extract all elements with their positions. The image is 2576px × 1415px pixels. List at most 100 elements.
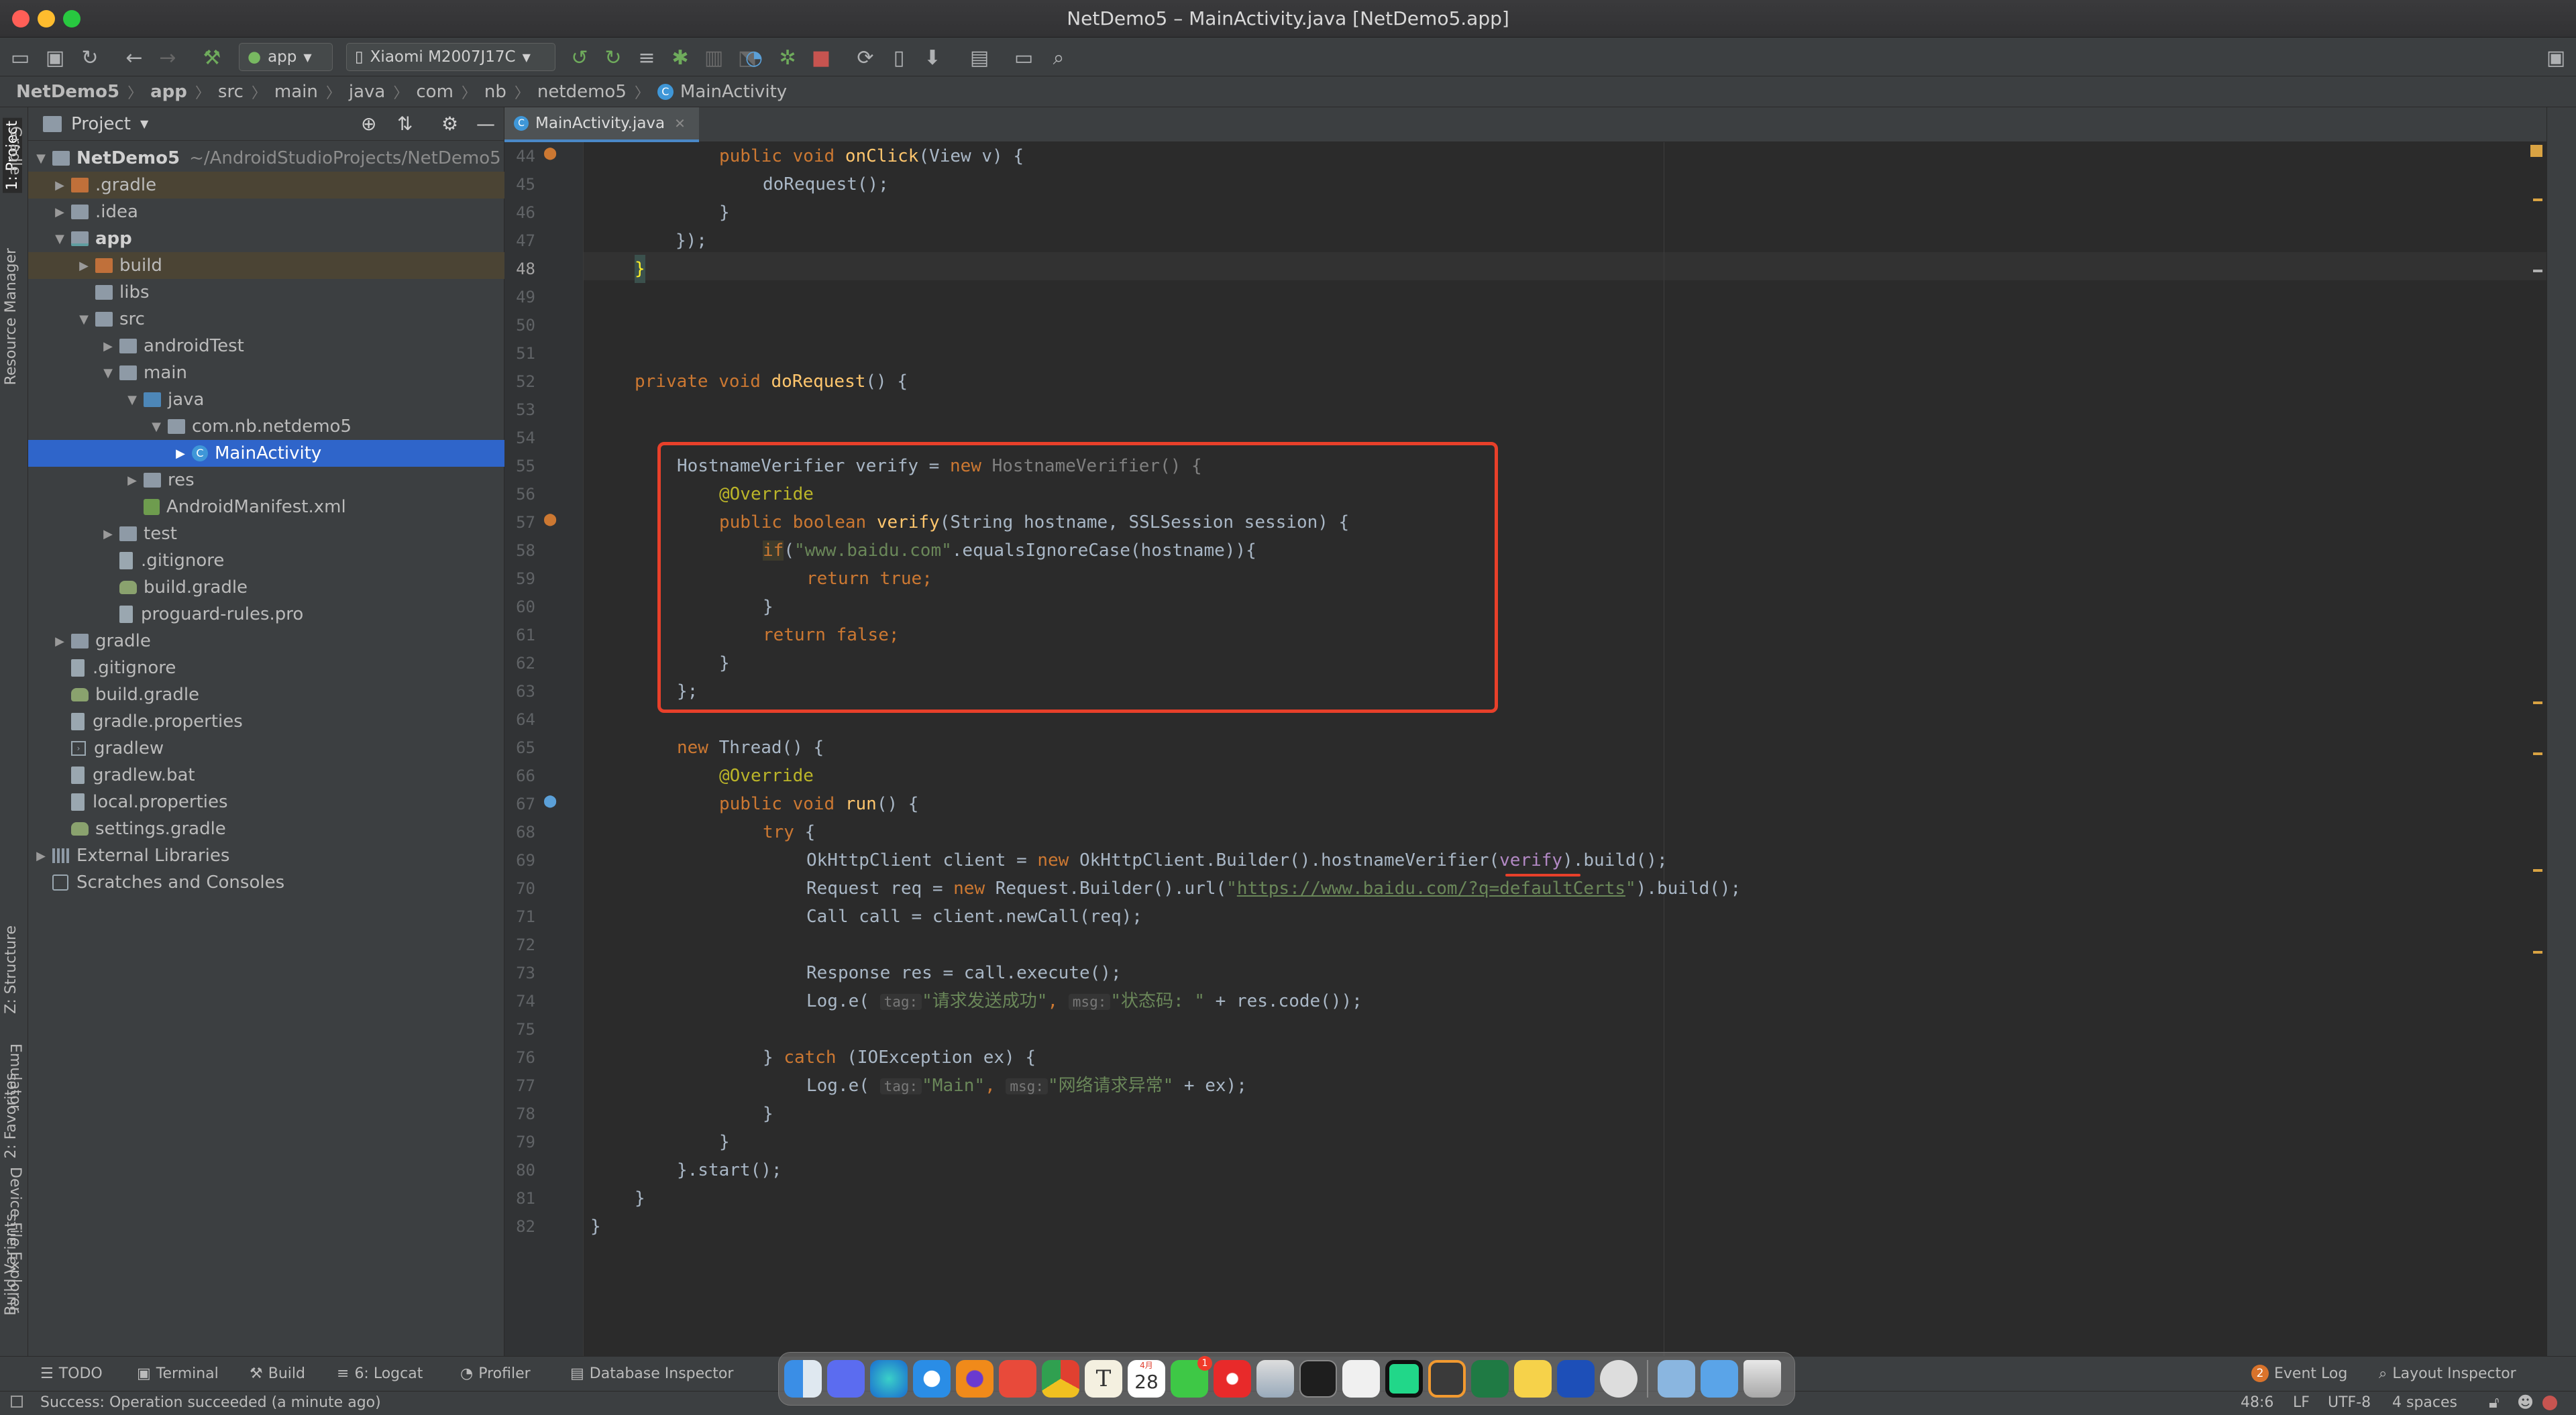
- pycharm-icon[interactable]: [1385, 1360, 1423, 1398]
- save-icon[interactable]: ▣: [42, 44, 68, 71]
- tab-event-log[interactable]: 2 Event Log: [2251, 1360, 2347, 1387]
- textedit-icon[interactable]: [1342, 1360, 1380, 1398]
- warning-indicator-icon[interactable]: [2530, 145, 2542, 157]
- tree-item-gradle-properties[interactable]: gradle.properties: [28, 708, 504, 735]
- indent-setting[interactable]: 4 spaces: [2392, 1394, 2457, 1411]
- tree-item-build-gradle[interactable]: build.gradle: [28, 681, 504, 708]
- tab-resource-manager[interactable]: Resource Manager: [3, 248, 19, 385]
- forward-icon[interactable]: →: [154, 44, 181, 71]
- breadcrumb-item[interactable]: main: [274, 82, 318, 102]
- sdk-manager-icon[interactable]: ⬇: [919, 44, 946, 71]
- tree-item-app-gitignore[interactable]: .gitignore: [28, 547, 504, 574]
- tree-item-java[interactable]: ▼ java: [28, 386, 504, 413]
- tree-item-gradle-dir[interactable]: ▶ .gradle: [28, 172, 504, 199]
- tab-logcat[interactable]: ≡ 6: Logcat: [337, 1360, 423, 1387]
- terminal-app-icon[interactable]: [1299, 1360, 1337, 1398]
- hide-icon[interactable]: —: [476, 113, 495, 135]
- tab-emulator[interactable]: Emulator: [7, 1043, 23, 1111]
- chevron-down-icon[interactable]: ▼: [140, 117, 148, 130]
- inspection-icon[interactable]: ☻: [2517, 1393, 2534, 1412]
- debug-bug-icon[interactable]: ✲: [774, 44, 801, 71]
- run-with-profiler-icon[interactable]: ▥: [700, 44, 727, 71]
- file-encoding[interactable]: UTF-8: [2328, 1394, 2371, 1411]
- tab-gradle[interactable]: Gradle: [7, 126, 23, 175]
- tree-item-app-build-gradle[interactable]: build.gradle: [28, 574, 504, 601]
- tree-item-androidtest[interactable]: ▶ androidTest: [28, 333, 504, 359]
- lock-icon[interactable]: 🔓︎: [2489, 1393, 2500, 1412]
- tree-item-gitignore[interactable]: .gitignore: [28, 655, 504, 681]
- tree-item-libs[interactable]: libs: [28, 279, 504, 306]
- tab-device-file-explorer[interactable]: Device File Explorer: [7, 1167, 23, 1313]
- tree-item-manifest[interactable]: AndroidManifest.xml: [28, 494, 504, 520]
- notes-icon[interactable]: [1514, 1360, 1552, 1398]
- close-tab-icon[interactable]: ✕: [674, 115, 686, 131]
- chrome-icon[interactable]: [1042, 1360, 1079, 1398]
- tree-item-proguard[interactable]: proguard-rules.pro: [28, 601, 504, 628]
- apply-code-changes-icon[interactable]: ↻: [600, 44, 627, 71]
- keynote-icon[interactable]: [1256, 1360, 1294, 1398]
- calendar-icon[interactable]: 4月 28: [1128, 1360, 1165, 1398]
- url-link[interactable]: https://www.baidu.com/?q=defaultCerts: [1237, 879, 1625, 899]
- android-studio-icon[interactable]: [1600, 1360, 1638, 1398]
- tree-item-gradlew[interactable]: › gradlew: [28, 735, 504, 762]
- device-select[interactable]: ▯ Xiaomi M2007J17C ▼: [346, 43, 555, 71]
- tree-item-root[interactable]: ▼ NetDemo5 ~/AndroidStudioProjects/NetDemo…: [28, 145, 504, 172]
- tree-item-settings-gradle[interactable]: settings.gradle: [28, 815, 504, 842]
- run-config-select[interactable]: ● app ▼: [239, 43, 333, 71]
- profile-icon[interactable]: ◔: [741, 44, 767, 71]
- git-client-icon[interactable]: [999, 1360, 1036, 1398]
- tab-profiler[interactable]: ◔ Profiler: [460, 1360, 531, 1387]
- search-icon[interactable]: ⌕: [1045, 44, 1072, 71]
- override-marker-icon[interactable]: ⬤: [543, 146, 557, 160]
- wechat-icon[interactable]: 1: [1171, 1356, 1212, 1398]
- tab-mainactivity[interactable]: C MainActivity.java ✕: [504, 107, 699, 142]
- downloads-folder-icon[interactable]: [1658, 1360, 1695, 1398]
- tree-item-src[interactable]: ▼ src: [28, 306, 504, 333]
- status-toggle-icon[interactable]: [11, 1396, 23, 1408]
- project-view-select[interactable]: Project: [71, 114, 131, 134]
- debug-icon[interactable]: ✱: [667, 44, 694, 71]
- open-folder-icon[interactable]: ▭: [7, 44, 34, 71]
- gear-icon[interactable]: ⚙: [441, 113, 458, 135]
- typora-icon[interactable]: T: [1085, 1360, 1122, 1398]
- code-editor[interactable]: [584, 142, 2546, 1367]
- tree-item-app[interactable]: ▼ app: [28, 225, 504, 252]
- tree-item-test[interactable]: ▶ test: [28, 520, 504, 547]
- avd-manager-icon[interactable]: ▯: [885, 44, 912, 71]
- netease-music-icon[interactable]: [1214, 1360, 1251, 1398]
- launchpad-icon[interactable]: [827, 1360, 865, 1398]
- breadcrumb-item[interactable]: com: [416, 82, 453, 102]
- gradle-sync-icon[interactable]: ⟳: [852, 44, 879, 71]
- tree-item-res[interactable]: ▶ res: [28, 467, 504, 494]
- tab-terminal[interactable]: ▣ Terminal: [137, 1360, 219, 1387]
- tree-item-external-libraries[interactable]: ▶ External Libraries: [28, 842, 504, 869]
- excel-icon[interactable]: [1471, 1360, 1509, 1398]
- tab-todo[interactable]: ☰ TODO: [40, 1360, 103, 1387]
- tab-build[interactable]: ⚒ Build: [250, 1360, 305, 1387]
- tree-item-build[interactable]: ▶ build: [28, 252, 504, 279]
- coverage-icon[interactable]: ≡: [633, 44, 660, 71]
- override-marker-icon[interactable]: ⬤: [543, 512, 557, 526]
- locate-icon[interactable]: ⊕: [361, 113, 376, 135]
- breadcrumb-item[interactable]: src: [218, 82, 244, 102]
- documents-folder-icon[interactable]: [1701, 1360, 1738, 1398]
- breadcrumb-item[interactable]: MainActivity: [680, 82, 787, 102]
- safari-icon[interactable]: [913, 1360, 951, 1398]
- error-indicator-icon[interactable]: [2542, 1396, 2557, 1410]
- breadcrumb-item[interactable]: nb: [484, 82, 506, 102]
- breadcrumb-item[interactable]: netdemo5: [537, 82, 627, 102]
- tree-item-gradle[interactable]: ▶ gradle: [28, 628, 504, 655]
- tree-item-mainactivity[interactable]: ▶ C MainActivity: [28, 440, 504, 467]
- line-separator[interactable]: LF: [2293, 1394, 2310, 1411]
- device-manager-icon[interactable]: ▭: [1010, 44, 1037, 71]
- tree-item-package[interactable]: ▼ com.nb.netdemo5: [28, 413, 504, 440]
- tree-item-local-properties[interactable]: local.properties: [28, 789, 504, 815]
- firefox-icon[interactable]: [956, 1360, 994, 1398]
- breadcrumb-item[interactable]: NetDemo5: [16, 82, 119, 102]
- trash-icon[interactable]: [1743, 1360, 1781, 1398]
- tab-database-inspector[interactable]: ▤ Database Inspector: [570, 1360, 733, 1387]
- back-icon[interactable]: ←: [121, 44, 148, 71]
- sublime-text-icon[interactable]: [1428, 1360, 1466, 1398]
- editor-scrollbar[interactable]: [2529, 142, 2545, 1367]
- sync-icon[interactable]: ↻: [76, 44, 103, 71]
